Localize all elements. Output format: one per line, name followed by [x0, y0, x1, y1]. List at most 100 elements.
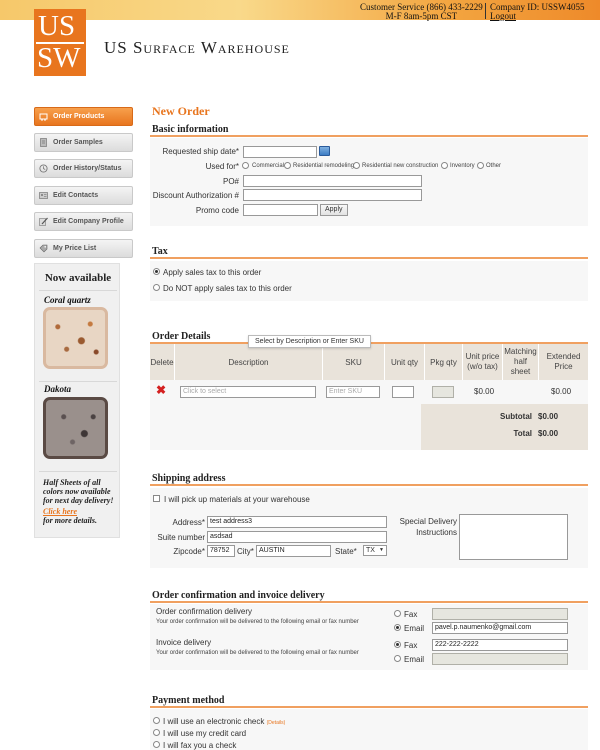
credit-card-radio[interactable]	[153, 729, 160, 736]
tag-icon	[39, 244, 48, 253]
used-for-residential-remodeling-radio[interactable]	[284, 162, 291, 169]
now-available-panel: Now available Coral quartz Dakota Half S…	[34, 263, 120, 538]
sidebar-item-label: Edit Contacts	[53, 192, 99, 199]
state-select[interactable]: TX ▼	[363, 545, 387, 556]
account-info: Company ID: USSW4055 Logout	[490, 3, 585, 21]
fax-label: Fax	[404, 641, 418, 650]
sidebar-item-order-products[interactable]: Order Products	[34, 107, 133, 126]
promo-code-input[interactable]	[243, 204, 318, 216]
email-label: Email	[404, 655, 425, 664]
used-for-other-radio[interactable]	[477, 162, 484, 169]
pkg-qty-input	[432, 386, 454, 398]
subtotal-value: $0.00	[538, 412, 559, 421]
logout-link[interactable]: Logout	[490, 12, 585, 21]
order-confirmation-email-radio[interactable]	[394, 624, 401, 631]
order-confirmation-delivery-label: Order confirmation delivery	[156, 607, 253, 616]
header-text: half	[514, 357, 527, 366]
no-sales-tax-label: Do NOT apply sales tax to this order	[163, 284, 292, 293]
pickup-checkbox[interactable]	[153, 495, 160, 502]
dakota-swatch[interactable]	[43, 397, 108, 459]
calendar-icon[interactable]	[319, 146, 330, 156]
po-label: PO#	[222, 177, 239, 186]
zipcode-label: Zipcode*	[173, 547, 205, 556]
used-for-commercial-radio[interactable]	[242, 162, 249, 169]
invoice-fax-input[interactable]: 222-222-2222	[432, 639, 568, 651]
apply-promo-button[interactable]: Apply	[320, 204, 348, 216]
brand-name: US Surface Warehouse	[104, 38, 290, 57]
half-sheets-promo: Half Sheets of all colors now available …	[43, 478, 119, 525]
sidebar-item-order-samples[interactable]: Order Samples	[34, 133, 133, 152]
used-for-option-label: Inventory	[450, 163, 475, 169]
sku-input[interactable]: Enter SKU	[326, 386, 380, 398]
customer-service-info: Customer Service (866) 433-2229 M-F 8am-…	[360, 3, 483, 21]
used-for-option-label: Other	[486, 163, 502, 169]
logo-text-top: US	[38, 10, 76, 42]
ship-date-input[interactable]	[243, 146, 317, 158]
zipcode-input[interactable]: 78752	[207, 545, 235, 557]
click-here-link[interactable]: Click here	[43, 507, 119, 516]
sidebar-item-label: Order Products	[53, 113, 105, 120]
sidebar-item-order-history[interactable]: Order History/Status	[34, 159, 133, 178]
unit-qty-input[interactable]	[392, 386, 414, 398]
invoice-delivery-label: Invoice delivery	[156, 638, 212, 647]
sidebar-item-my-price-list[interactable]: My Price List	[34, 239, 133, 258]
invoice-fax-radio[interactable]	[394, 641, 401, 648]
column-header-description: Description	[228, 358, 269, 367]
sidebar-item-edit-company-profile[interactable]: Edit Company Profile	[34, 212, 133, 231]
panel-divider	[39, 471, 117, 472]
invoice-email-radio[interactable]	[394, 655, 401, 662]
electronic-check-text: I will use an electronic check	[163, 717, 265, 726]
extended-price-value: $0.00	[551, 387, 572, 396]
promo-text: Half Sheets of all colors now available …	[43, 478, 114, 505]
tax-panel	[150, 261, 588, 301]
electronic-check-label: I will use an electronic check (Details)	[163, 717, 285, 726]
apply-sales-tax-radio[interactable]	[153, 268, 160, 275]
description-select-input[interactable]: Click to select	[180, 386, 316, 398]
electronic-check-radio[interactable]	[153, 717, 160, 724]
special-delivery-label: Special Delivery Instructions	[395, 516, 457, 538]
sidebar-item-label: Order Samples	[53, 139, 103, 146]
logo-text-bottom: SW	[37, 42, 81, 74]
column-header-extended-price: Extended Price	[539, 352, 588, 372]
sidebar-item-label: Order History/Status	[53, 165, 122, 172]
fax-label: Fax	[404, 610, 418, 619]
details-link[interactable]: (Details)	[267, 720, 286, 726]
city-input[interactable]: AUSTIN	[256, 545, 331, 557]
sidebar-item-label: My Price List	[53, 245, 97, 252]
chevron-down-icon: ▼	[379, 547, 384, 553]
suite-number-label: Suite number	[157, 533, 205, 542]
totals-box	[421, 404, 588, 450]
logo[interactable]: US SW	[34, 9, 86, 76]
address-input[interactable]: test address3	[207, 516, 387, 528]
page-title: New Order	[152, 104, 210, 118]
order-confirmation-email-input[interactable]: pavel.p.naumenko@gmail.com	[432, 622, 568, 634]
no-sales-tax-radio[interactable]	[153, 284, 160, 291]
section-divider	[150, 484, 588, 486]
column-header-unit-qty: Unit qty	[390, 358, 419, 367]
suite-number-input[interactable]: asdsad	[207, 531, 387, 543]
used-for-option-label: Residential new construction	[362, 163, 439, 169]
section-title-shipping-address: Shipping address	[152, 473, 226, 484]
used-for-inventory-radio[interactable]	[441, 162, 448, 169]
used-for-residential-new-construction-radio[interactable]	[353, 162, 360, 169]
discount-authorization-input[interactable]	[243, 189, 422, 201]
po-input[interactable]	[243, 175, 422, 187]
contacts-icon	[39, 191, 48, 200]
order-confirmation-fax-radio[interactable]	[394, 610, 401, 617]
section-divider	[150, 601, 588, 603]
sidebar-item-edit-contacts[interactable]: Edit Contacts	[34, 186, 133, 205]
pickup-label: I will pick up materials at your warehou…	[164, 495, 310, 504]
invoice-email-input	[432, 653, 568, 665]
promo-code-label: Promo code	[195, 206, 239, 215]
header-text: Matching	[504, 347, 537, 356]
delete-row-icon[interactable]: ✖	[156, 384, 166, 396]
ship-date-label: Requested ship date*	[162, 147, 240, 156]
section-divider	[150, 257, 588, 259]
special-delivery-textarea[interactable]	[459, 514, 568, 560]
total-value: $0.00	[538, 429, 559, 438]
used-for-option-label: Commercial	[252, 163, 285, 169]
coral-quartz-swatch[interactable]	[43, 307, 108, 369]
fax-check-radio[interactable]	[153, 741, 160, 748]
special-delivery-text: Special Delivery	[399, 517, 457, 526]
address-label: Address*	[172, 518, 205, 527]
